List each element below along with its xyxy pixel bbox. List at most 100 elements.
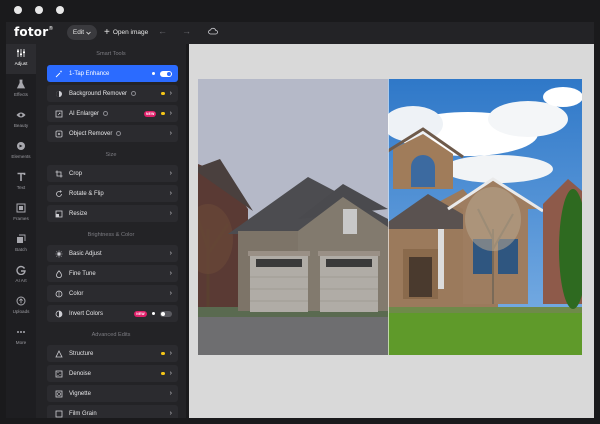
rail-item-more[interactable]: More — [6, 323, 36, 353]
magic-wand-icon — [55, 70, 63, 78]
rail-label: Uploads — [12, 309, 30, 314]
rail-item-uploads[interactable]: Uploads — [6, 292, 36, 322]
rail-item-beauty[interactable]: Beauty — [6, 106, 36, 136]
tool-rotate-flip[interactable]: Rotate & Flip › — [47, 185, 178, 202]
tool-label: Film Grain — [69, 410, 97, 417]
eye-icon — [16, 110, 26, 120]
redo-arrow-icon[interactable]: → — [182, 26, 191, 36]
tool-background-remover[interactable]: Background Remover › — [47, 85, 178, 102]
triangle-icon — [55, 349, 63, 358]
tool-object-remover[interactable]: Object Remover › — [47, 125, 178, 142]
info-icon[interactable] — [103, 111, 109, 116]
color-wheel-icon — [55, 290, 63, 298]
fotor-logo[interactable]: fotor® — [14, 25, 54, 39]
chevron-right-icon: › — [169, 110, 172, 117]
rail-item-frames[interactable]: Frames — [6, 199, 36, 229]
cloud-icon[interactable] — [208, 27, 218, 35]
window-minimize-button[interactable] — [35, 6, 43, 14]
tool-crop[interactable]: Crop › — [47, 165, 178, 182]
new-badge: NEW — [134, 310, 147, 317]
tool-color[interactable]: Color › — [47, 285, 178, 302]
tool-label: Object Remover — [69, 130, 113, 137]
section-brightness-color: Brightness & Color — [87, 232, 135, 238]
rail-label: Beauty — [13, 123, 29, 128]
invert-toggle[interactable] — [160, 310, 172, 317]
house-photo — [198, 79, 582, 355]
rail-item-adjust[interactable]: Adjust — [6, 44, 36, 74]
info-icon[interactable] — [116, 131, 122, 136]
rail-item-effects[interactable]: Effects — [6, 75, 36, 105]
before-after-photo[interactable] — [198, 79, 582, 355]
tool-label: Basic Adjust — [69, 250, 102, 257]
tool-label: Rotate & Flip — [69, 190, 104, 197]
tool-category-rail: Adjust Effects Beauty Elements Text Fram… — [6, 44, 36, 418]
denoise-icon — [55, 370, 63, 378]
window-close-button[interactable] — [14, 6, 22, 14]
edit-label: Edit — [72, 29, 85, 36]
premium-dot — [151, 71, 155, 76]
edit-dropdown[interactable]: Edit — [67, 25, 97, 40]
open-image-button[interactable]: + Open image — [104, 25, 148, 40]
ai-art-icon — [16, 265, 26, 275]
rail-label: Effects — [14, 92, 28, 97]
editor-canvas — [189, 44, 594, 418]
rail-item-text[interactable]: Text — [6, 168, 36, 198]
chevron-down-icon — [86, 31, 91, 35]
rail-label: AI Art — [15, 278, 27, 283]
rail-item-batch[interactable]: Batch — [6, 230, 36, 260]
tool-label: Background Remover — [69, 90, 128, 97]
tool-label: Resize — [69, 210, 88, 217]
chevron-right-icon: › — [169, 170, 172, 177]
chevron-right-icon: › — [169, 410, 172, 417]
premium-dot — [151, 311, 155, 316]
tool-vignette[interactable]: Vignette › — [47, 385, 178, 402]
tool-label: AI Enlarger — [69, 110, 100, 117]
tool-label: Fine Tune — [69, 270, 96, 277]
rail-item-ai-art[interactable]: AI Art — [6, 261, 36, 291]
upload-icon — [16, 296, 26, 306]
vignette-icon — [55, 390, 63, 398]
tool-denoise[interactable]: Denoise › — [47, 365, 178, 382]
flask-icon — [16, 79, 26, 89]
info-icon[interactable] — [131, 91, 137, 96]
app-header: fotor® Edit + Open image ← → — [6, 22, 594, 44]
adjust-panel: Smart Tools 1-Tap Enhance Background Rem… — [36, 44, 186, 418]
tool-invert-colors[interactable]: Invert Colors NEW — [47, 305, 178, 322]
rail-label: More — [15, 340, 27, 345]
rail-item-elements[interactable]: Elements — [6, 137, 36, 167]
plus-icon: + — [104, 26, 110, 38]
undo-arrow-icon[interactable]: ← — [158, 26, 167, 36]
rail-label: Elements — [11, 154, 31, 159]
chevron-right-icon: › — [169, 130, 172, 137]
rotate-icon — [55, 189, 63, 198]
section-size: Size — [105, 152, 117, 158]
enhance-toggle[interactable] — [160, 70, 172, 77]
rail-label: Adjust — [14, 61, 28, 66]
invert-icon — [55, 310, 63, 318]
tool-fine-tune[interactable]: Fine Tune › — [47, 265, 178, 282]
tool-film-grain[interactable]: Film Grain › — [47, 405, 178, 418]
tool-basic-adjust[interactable]: Basic Adjust › — [47, 245, 178, 262]
section-smart-tools: Smart Tools — [96, 51, 126, 57]
tool-label: Color — [69, 290, 84, 297]
droplet-icon — [55, 269, 63, 278]
tool-label: Invert Colors — [69, 310, 104, 317]
premium-dot — [161, 351, 165, 356]
chevron-right-icon: › — [169, 290, 172, 297]
chevron-right-icon: › — [169, 270, 172, 277]
tool-label: Structure — [69, 350, 94, 357]
tool-structure[interactable]: Structure › — [47, 345, 178, 362]
compare-divider[interactable] — [388, 79, 389, 355]
tool-ai-enlarger[interactable]: AI Enlarger NEW › — [47, 105, 178, 122]
tool-one-tap-enhance[interactable]: 1-Tap Enhance — [47, 65, 178, 82]
shapes-icon — [16, 141, 26, 151]
tool-label: Denoise — [69, 370, 92, 377]
premium-dot — [161, 111, 165, 116]
window-maximize-button[interactable] — [56, 6, 64, 14]
crop-icon — [55, 170, 63, 178]
tool-resize[interactable]: Resize › — [47, 205, 178, 222]
sliders-icon — [16, 48, 26, 58]
chevron-right-icon: › — [169, 390, 172, 397]
chevron-right-icon: › — [169, 370, 172, 377]
text-icon — [16, 172, 26, 182]
